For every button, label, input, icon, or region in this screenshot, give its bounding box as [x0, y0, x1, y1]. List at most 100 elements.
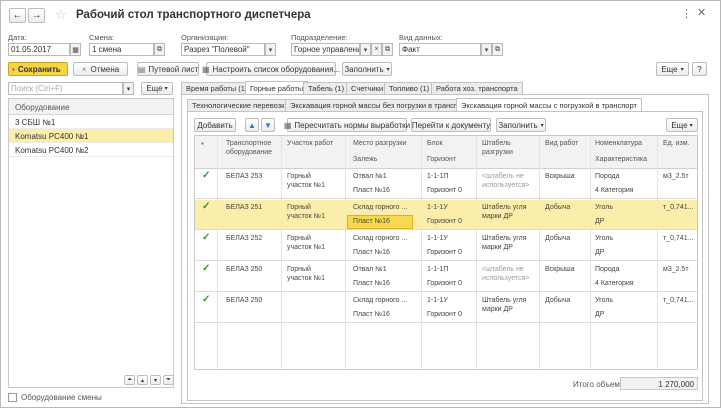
col-nomen: Номенклатура: [595, 140, 642, 147]
save-button[interactable]: ▪ Сохранить: [8, 62, 68, 76]
search-dropdown-icon[interactable]: ▾: [123, 82, 134, 95]
date-field[interactable]: 01.05.2017: [8, 43, 70, 56]
checkmark-icon: ✓: [202, 201, 211, 212]
dept-clear-icon[interactable]: ×: [371, 43, 382, 56]
col-unit: Ед. изм.: [663, 140, 690, 147]
shift-field[interactable]: 1 смена: [89, 43, 154, 56]
scroll-top-icon[interactable]: ⏶: [124, 375, 135, 385]
print-icon: ▤: [137, 64, 146, 74]
total-value: 1 270,000: [620, 377, 698, 390]
scroll-bottom-icon[interactable]: ⏷: [163, 375, 174, 385]
tab-utility-transport[interactable]: Работа хоз. транспорта: [431, 82, 523, 94]
col-horizon: Горизонт: [427, 156, 457, 163]
shift-label: Смена:: [89, 33, 115, 42]
org-dropdown-icon[interactable]: ▾: [265, 43, 276, 56]
arrow-up-icon: ▲: [248, 120, 256, 130]
arrow-down-icon: ▼: [264, 120, 272, 130]
equipment-list: Оборудование 3 СБШ №1 Komatsu PC400 №1 K…: [8, 98, 174, 388]
cancel-label: Отмена: [90, 64, 120, 74]
tab-fuel[interactable]: Топливо (1): [384, 82, 435, 94]
dept-dropdown-icon[interactable]: ▾: [360, 43, 371, 56]
tab-timesheet[interactable]: Табель (1): [303, 82, 350, 94]
save-column-icon: ▪: [201, 139, 204, 148]
calendar-icon[interactable]: ▦: [70, 43, 81, 56]
more-button[interactable]: Еще ▾: [656, 62, 689, 76]
left-more-button[interactable]: Еще ▾: [141, 82, 173, 95]
grid-fill-label: Заполнить: [498, 120, 538, 130]
forward-button[interactable]: →: [28, 8, 45, 23]
scroll-up-icon[interactable]: ▴: [137, 375, 148, 385]
col-bed: Залежь: [353, 156, 378, 163]
checkmark-icon: ✓: [202, 232, 211, 243]
total-label: Итого объем:: [573, 380, 623, 389]
add-button[interactable]: Добавить: [194, 118, 236, 132]
save-icon: ▪: [12, 64, 15, 74]
col-unload: Место разгрузки: [353, 140, 407, 147]
grid-fill-button[interactable]: Заполнить ▾: [496, 118, 546, 132]
datatype-field[interactable]: Факт: [399, 43, 481, 56]
search-input[interactable]: Поиск (Ctrl+F): [8, 82, 123, 95]
favorite-star-icon[interactable]: ☆: [55, 7, 67, 23]
setup-equipment-button[interactable]: ▦ Настроить список оборудования...: [202, 62, 340, 76]
goto-doc-button[interactable]: Перейти к документу: [411, 118, 491, 132]
setup-label: Настроить список оборудования...: [212, 64, 341, 74]
app-window: ← → ☆ Рабочий стол транспортного диспетч…: [0, 0, 721, 408]
org-field[interactable]: Разрез "Полевой": [181, 43, 265, 56]
scroll-down-icon[interactable]: ▾: [150, 375, 161, 385]
close-icon[interactable]: ✕: [697, 6, 706, 19]
col-site: Участок работ: [287, 140, 334, 147]
save-label: Сохранить: [17, 64, 61, 74]
more-menu-icon[interactable]: ⋮: [681, 7, 692, 20]
chevron-down-icon: ▾: [680, 66, 684, 73]
setup-icon: ▦: [201, 64, 210, 74]
col-stack: Штабель разгрузки: [482, 140, 513, 156]
col-block: Блок: [427, 140, 443, 147]
back-button[interactable]: ←: [9, 8, 26, 23]
date-label: Дата:: [8, 33, 27, 42]
list-scroll-buttons: ⏶ ▴ ▾ ⏷: [124, 375, 174, 385]
org-label: Организация:: [181, 33, 229, 42]
tab-mining[interactable]: Горные работы: [245, 81, 309, 94]
help-button[interactable]: ?: [692, 62, 707, 76]
shift-open-icon[interactable]: ⧉: [154, 43, 165, 56]
more-label: Еще: [661, 64, 678, 74]
datatype-open-icon[interactable]: ⧉: [492, 43, 503, 56]
data-grid: ▪ Транспортное оборудование Участок рабо…: [194, 135, 698, 370]
datatype-dropdown-icon[interactable]: ▾: [481, 43, 492, 56]
dept-open-icon[interactable]: ⧉: [382, 43, 393, 56]
subtab-excavation-no-load[interactable]: Экскавация горной массы без погрузки в т…: [285, 99, 475, 111]
shift-equipment-checkbox[interactable]: [8, 393, 17, 402]
col-equipment: Транспортное оборудование: [226, 140, 273, 156]
subtab-excavation-load[interactable]: Экскавация горной массы с погрузкой в тр…: [456, 98, 642, 111]
recalc-icon: ▦: [283, 120, 292, 130]
recalc-button[interactable]: ▦ Пересчитать нормы выработки: [283, 118, 411, 132]
shift-equipment-label: Оборудование смены: [21, 393, 102, 402]
dept-field[interactable]: Горное управление: [291, 43, 360, 56]
waybill-button[interactable]: ▤ Путевой лист: [137, 62, 199, 76]
chevron-down-icon: ▾: [164, 86, 168, 92]
dept-label: Подразделение:: [291, 33, 348, 42]
tab-work-time[interactable]: Время работы (1): [181, 82, 253, 94]
list-item[interactable]: 3 СБШ №1: [9, 115, 173, 129]
recalc-label: Пересчитать нормы выработки: [294, 120, 411, 130]
waybill-label: Путевой лист: [148, 64, 199, 74]
list-item[interactable]: Komatsu PC400 №2: [9, 143, 173, 157]
cancel-button[interactable]: × Отмена: [73, 62, 128, 76]
checkmark-icon: ✓: [202, 294, 211, 305]
checkmark-icon: ✓: [202, 170, 211, 181]
grid-more-button[interactable]: Еще ▾: [666, 118, 698, 132]
move-down-button[interactable]: ▼: [261, 118, 275, 132]
fill-button[interactable]: Заполнить ▾: [342, 62, 392, 76]
tab-counters[interactable]: Счетчики: [346, 82, 389, 94]
col-feature: Характеристика: [595, 156, 648, 163]
move-up-button[interactable]: ▲: [245, 118, 259, 132]
checkmark-icon: ✓: [202, 263, 211, 274]
col-worktype: Вид работ: [545, 140, 579, 147]
datatype-label: Вид данных:: [399, 33, 443, 42]
chevron-down-icon: ▾: [540, 122, 544, 129]
chevron-down-icon: ▾: [386, 66, 390, 73]
left-more-label: Еще: [146, 84, 163, 93]
list-item[interactable]: Komatsu PC400 №1: [9, 129, 173, 143]
subtab-tech-transport[interactable]: Технологические перевозки: [187, 99, 294, 111]
cancel-icon: ×: [81, 64, 87, 74]
